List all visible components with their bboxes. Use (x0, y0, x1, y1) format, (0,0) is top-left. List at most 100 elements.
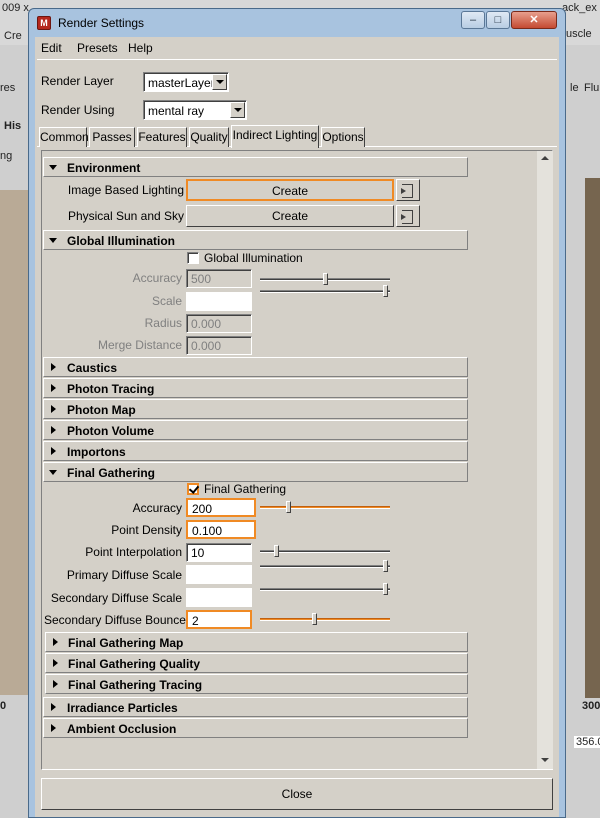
close-window-button[interactable]: ✕ (511, 11, 557, 29)
background-left-viewport (0, 190, 30, 695)
gi-accuracy-slider[interactable] (260, 273, 390, 285)
tab-indirect-lighting[interactable]: Indirect Lighting (231, 125, 319, 148)
gi-scale-label: Scale (151, 294, 182, 308)
maximize-button[interactable]: □ (486, 11, 510, 29)
settings-scroll-area[interactable]: Environment Image Based Lighting Create … (41, 150, 553, 770)
section-title: Photon Volume (67, 424, 155, 438)
expand-arrow-icon (49, 703, 59, 713)
gi-radius-label: Radius (144, 316, 182, 330)
menu-edit[interactable]: Edit (41, 41, 62, 55)
slider-thumb[interactable] (274, 545, 279, 557)
section-caustics[interactable]: Caustics (43, 357, 468, 377)
chevron-down-icon (212, 74, 227, 90)
fg-point-interpolation-field[interactable]: 10 (186, 543, 252, 562)
slider-thumb[interactable] (312, 613, 317, 625)
fg-primary-diffuse-scale-slider[interactable] (260, 560, 390, 572)
fg-accuracy-field[interactable]: 200 (186, 498, 256, 517)
render-layer-dropdown[interactable]: masterLayer (143, 72, 229, 92)
menu-presets[interactable]: Presets (77, 41, 118, 55)
render-using-value: mental ray (148, 104, 205, 118)
tab-common[interactable]: Common (39, 127, 89, 147)
section-final-gathering-quality[interactable]: Final Gathering Quality (45, 653, 468, 673)
gi-accuracy-label: Accuracy (132, 271, 182, 285)
gi-merge-distance-field[interactable]: 0.000 (186, 336, 252, 355)
image-based-lighting-create-button[interactable]: Create (186, 179, 394, 201)
section-title: Ambient Occlusion (67, 722, 177, 736)
title-bar[interactable]: M Render Settings – □ ✕ (29, 9, 565, 37)
render-settings-window: M Render Settings – □ ✕ Edit Presets Hel… (28, 8, 566, 818)
section-irradiance-particles[interactable]: Irradiance Particles (43, 697, 468, 717)
minimize-button[interactable]: – (461, 11, 485, 29)
expand-arrow-icon (49, 384, 59, 394)
map-button-icon[interactable] (396, 179, 420, 201)
background-text: 0 (0, 700, 7, 712)
fg-primary-diffuse-scale-label: Primary Diffuse Scale (66, 568, 182, 582)
fg-secondary-diffuse-scale-slider[interactable] (260, 583, 390, 595)
tab-quality[interactable]: Quality (189, 127, 229, 147)
fg-primary-diffuse-scale-swatch[interactable] (186, 565, 252, 584)
vertical-scrollbar[interactable] (537, 151, 553, 769)
gi-scale-slider[interactable] (260, 285, 390, 297)
image-based-lighting-label: Image Based Lighting (67, 183, 184, 197)
collapse-arrow-icon (49, 236, 59, 246)
expand-arrow-icon (51, 638, 61, 648)
section-final-gathering-map[interactable]: Final Gathering Map (45, 632, 468, 652)
fg-point-interpolation-label: Point Interpolation (85, 545, 182, 559)
gi-scale-swatch[interactable] (186, 292, 252, 311)
collapse-arrow-icon (49, 163, 59, 173)
render-layer-label: Render Layer (41, 74, 114, 88)
background-text: Cre (4, 30, 22, 42)
fg-point-interpolation-slider[interactable] (260, 545, 390, 557)
section-title: Photon Map (67, 403, 136, 417)
expand-arrow-icon (51, 680, 61, 690)
background-text: 009 x (2, 2, 29, 14)
section-title: Environment (67, 161, 141, 175)
section-final-gathering-tracing[interactable]: Final Gathering Tracing (45, 674, 468, 694)
gi-merge-distance-label: Merge Distance (97, 338, 182, 352)
close-button[interactable]: Close (41, 778, 553, 810)
scroll-up-icon[interactable] (537, 151, 553, 167)
background-right-viewport (585, 178, 600, 698)
map-button-icon[interactable] (396, 205, 420, 227)
fg-secondary-diffuse-bounces-slider[interactable] (260, 613, 390, 625)
expand-arrow-icon (51, 659, 61, 669)
menu-help[interactable]: Help (128, 41, 153, 55)
section-ambient-occlusion[interactable]: Ambient Occlusion (43, 718, 468, 738)
global-illumination-checkbox-label: Global Illumination (204, 251, 303, 265)
physical-sun-sky-create-button[interactable]: Create (186, 205, 394, 227)
fg-secondary-diffuse-scale-label: Secondary Diffuse Scale (50, 591, 182, 605)
render-using-dropdown[interactable]: mental ray (143, 100, 247, 120)
section-global-illumination[interactable]: Global Illumination (43, 230, 468, 250)
scroll-down-icon[interactable] (537, 752, 553, 768)
section-photon-volume[interactable]: Photon Volume (43, 420, 468, 440)
chevron-down-icon (230, 102, 245, 118)
final-gathering-checkbox[interactable] (187, 483, 199, 495)
section-photon-tracing[interactable]: Photon Tracing (43, 378, 468, 398)
background-text: ack_ex (562, 2, 597, 14)
expand-arrow-icon (49, 426, 59, 436)
section-environment[interactable]: Environment (43, 157, 468, 177)
gi-radius-field[interactable]: 0.000 (186, 314, 252, 333)
slider-thumb[interactable] (383, 560, 388, 572)
tab-options[interactable]: Options (321, 127, 365, 147)
fg-secondary-diffuse-scale-swatch[interactable] (186, 588, 252, 607)
tab-passes[interactable]: Passes (89, 127, 135, 147)
fg-secondary-diffuse-bounces-field[interactable]: 2 (186, 610, 252, 629)
fg-point-density-field[interactable]: 0.100 (186, 520, 256, 539)
dialog-client-area: Edit Presets Help Render Layer masterLay… (35, 37, 559, 817)
section-title: Global Illumination (67, 234, 175, 248)
expand-arrow-icon (49, 363, 59, 373)
slider-thumb[interactable] (286, 501, 291, 513)
slider-thumb[interactable] (383, 583, 388, 595)
section-final-gathering[interactable]: Final Gathering (43, 462, 468, 482)
section-title: Caustics (67, 361, 118, 375)
section-importons[interactable]: Importons (43, 441, 468, 461)
section-photon-map[interactable]: Photon Map (43, 399, 468, 419)
slider-thumb[interactable] (323, 273, 328, 285)
tab-features[interactable]: Features (137, 127, 187, 147)
gi-accuracy-field[interactable]: 500 (186, 269, 252, 288)
slider-thumb[interactable] (383, 285, 388, 297)
global-illumination-checkbox[interactable] (187, 252, 199, 264)
final-gathering-checkbox-label: Final Gathering (204, 482, 287, 496)
fg-accuracy-slider[interactable] (260, 501, 390, 513)
